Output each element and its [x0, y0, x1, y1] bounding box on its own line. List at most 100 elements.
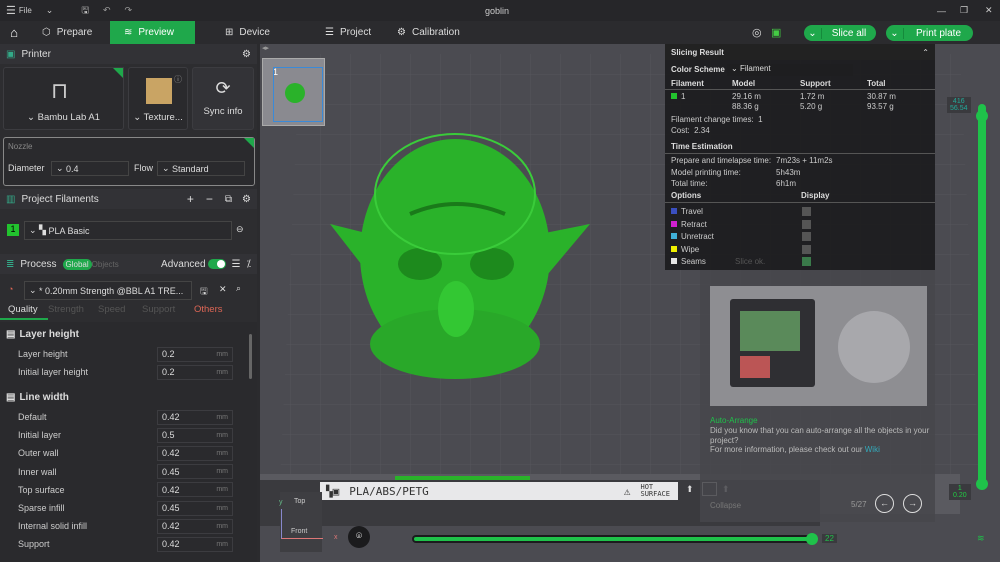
setting-input[interactable]: 0.42 mm — [157, 409, 233, 425]
slice-all-button[interactable]: ⌄ Slice all — [804, 25, 876, 41]
bed-label-strip: ▚▣ PLA/ABS/PETG ⚠ HOT SURFACE — [320, 482, 678, 500]
save-icon[interactable]: 🖫 — [81, 3, 89, 19]
print-plate-button[interactable]: ⌄ Print plate — [886, 25, 973, 41]
warning-icon: ⚠ — [623, 484, 631, 498]
option-item: Retract — [671, 220, 707, 229]
process-preset-select[interactable]: ⌄ * 0.20mm Strength @BBL A1 TRE... — [24, 281, 192, 300]
tab-project[interactable]: ☰ Project — [295, 21, 383, 44]
info-icon[interactable]: ⓘ — [174, 74, 182, 85]
axis-lines — [281, 509, 323, 539]
setting-input[interactable]: 0.42 mm — [157, 445, 233, 461]
option-display-checkbox[interactable] — [802, 207, 811, 216]
close-button[interactable]: ✕ — [985, 5, 993, 16]
setting-input[interactable]: 0.42 mm — [157, 536, 233, 552]
sync-info-button[interactable]: ⟳ Sync info — [192, 67, 254, 130]
value: 0.42 — [162, 448, 180, 459]
chevron-down-icon[interactable]: ⌄ — [46, 5, 54, 16]
setting-input[interactable]: 0.45 mm — [157, 464, 233, 480]
flow-select[interactable]: ⌄ Standard — [157, 161, 245, 176]
list-icon[interactable]: ☰ — [232, 259, 241, 270]
collapse-button[interactable]: Collapse — [710, 501, 741, 510]
global-toggle[interactable]: Global — [62, 258, 92, 270]
move-slider-value: 22 — [822, 534, 837, 543]
remove-icon[interactable]: − — [206, 192, 213, 206]
option-display-checkbox[interactable] — [802, 244, 811, 254]
gear-icon[interactable]: ⚙ — [242, 194, 251, 205]
filament-icon: ▚ — [39, 225, 49, 235]
tip-text: Did you know that you can auto-arrange a… — [710, 426, 930, 445]
collapse-icon[interactable]: ⌃ — [922, 48, 929, 57]
move-slider-handle[interactable] — [806, 533, 818, 545]
layer-slider[interactable] — [978, 104, 986, 489]
plate-type-selector[interactable]: ⓘ ⌄ Texture... — [128, 67, 188, 130]
textured-plate-icon — [146, 78, 172, 104]
setting-input[interactable]: 0.42 mm — [157, 518, 233, 534]
tab-calibration[interactable]: ⚙ Calibration — [383, 21, 474, 44]
sync-filament-icon[interactable]: ⧉ — [225, 194, 232, 205]
gear-icon[interactable]: ⚙ — [242, 49, 251, 60]
scrollbar[interactable] — [249, 334, 252, 379]
tab-support[interactable]: Support — [142, 304, 194, 320]
tab-quality[interactable]: Quality — [0, 304, 48, 320]
restore-button[interactable]: ❐ — [960, 5, 968, 16]
table-header: Filament Model Support Total — [665, 79, 935, 90]
layer-slider-top-handle[interactable] — [976, 110, 988, 122]
save-icon[interactable]: 🖫 — [200, 284, 208, 300]
tab-label: Preview — [138, 27, 174, 38]
file-menu[interactable]: File — [19, 6, 32, 15]
spiral-icon[interactable]: ◎ — [752, 26, 762, 39]
setting-input[interactable]: 0.2 mm — [157, 364, 233, 380]
option-display-checkbox[interactable] — [802, 257, 811, 266]
collapse-sidebar-icon[interactable]: ◂▸ — [262, 44, 269, 52]
process-tabs: Quality Strength Speed Support Others — [0, 304, 257, 320]
color-scheme-select[interactable]: ⌄ Filament — [727, 64, 853, 76]
pin-icon[interactable]: ⬆ — [686, 484, 694, 495]
compare-icon[interactable]: ⁒ — [247, 259, 252, 270]
setting-input[interactable]: 0.5 mm — [157, 427, 233, 443]
menu-icon[interactable]: ☰ — [6, 4, 16, 17]
display-label: Display — [801, 191, 830, 200]
setting-label: Top surface — [18, 484, 65, 495]
filament-select[interactable]: ⌄ ▚ PLA Basic — [24, 221, 232, 240]
tip-image — [710, 286, 927, 406]
printer-selector[interactable]: ⊓ ⌄ Bambu Lab A1 — [3, 67, 124, 130]
filament-options-icon[interactable]: ⊖ — [236, 224, 244, 235]
tab-device[interactable]: ⊞ Device — [195, 21, 295, 44]
tab-others[interactable]: Others — [194, 304, 223, 320]
advanced-switch[interactable] — [207, 259, 226, 269]
tab-bar: ⌂ ⬡ Prepare ≋ Preview ⊞ Device ☰ Project ⚙ Ca… — [0, 21, 1000, 44]
option-display-checkbox[interactable] — [802, 232, 811, 241]
chevron-down-icon[interactable]: ⌄ — [886, 27, 904, 39]
previous-tip-button[interactable]: ← — [875, 494, 894, 513]
tab-speed[interactable]: Speed — [98, 304, 142, 320]
home-icon[interactable]: ⌂ — [0, 25, 28, 40]
chevron-down-icon[interactable]: ⌄ — [804, 27, 822, 39]
plate-thumbnail[interactable]: 1 — [262, 58, 325, 126]
wiki-link[interactable]: Wiki — [865, 445, 880, 454]
setting-input[interactable]: 0.45 mm — [157, 500, 233, 516]
minimize-button[interactable]: — — [937, 6, 946, 16]
setting-row: Sparse infill 0.45 mm — [18, 500, 233, 516]
next-tip-button[interactable]: → — [903, 494, 922, 513]
objects-toggle[interactable]: Objects — [92, 260, 119, 269]
layout-icon[interactable]: ▣ — [771, 26, 781, 39]
setting-input[interactable]: 0.2 mm — [157, 346, 233, 362]
move-slider[interactable] — [412, 535, 814, 543]
tab-label: Device — [239, 27, 270, 38]
fit-view-button[interactable]: ⌾ — [348, 526, 370, 548]
layer-slider-bottom-handle[interactable] — [976, 478, 988, 490]
layers-icon[interactable]: ≋ — [977, 533, 985, 544]
tab-prepare[interactable]: ⬡ Prepare — [28, 21, 110, 44]
redo-icon[interactable]: ↷ — [125, 5, 133, 16]
option-display-checkbox[interactable] — [802, 219, 811, 229]
close-icon[interactable]: ✕ — [219, 284, 227, 295]
search-icon[interactable]: ⌕ — [236, 283, 241, 294]
tab-strength[interactable]: Strength — [48, 304, 98, 320]
option-label: Retract — [681, 219, 707, 229]
undo-icon[interactable]: ↶ — [103, 5, 111, 16]
diameter-select[interactable]: ⌄ 0.4 — [51, 161, 129, 176]
setting-input[interactable]: 0.42 mm — [157, 482, 233, 498]
tab-preview[interactable]: ≋ Preview — [110, 21, 195, 44]
add-icon[interactable]: + — [187, 192, 194, 206]
setting-row: Outer wall 0.42 mm — [18, 445, 233, 461]
